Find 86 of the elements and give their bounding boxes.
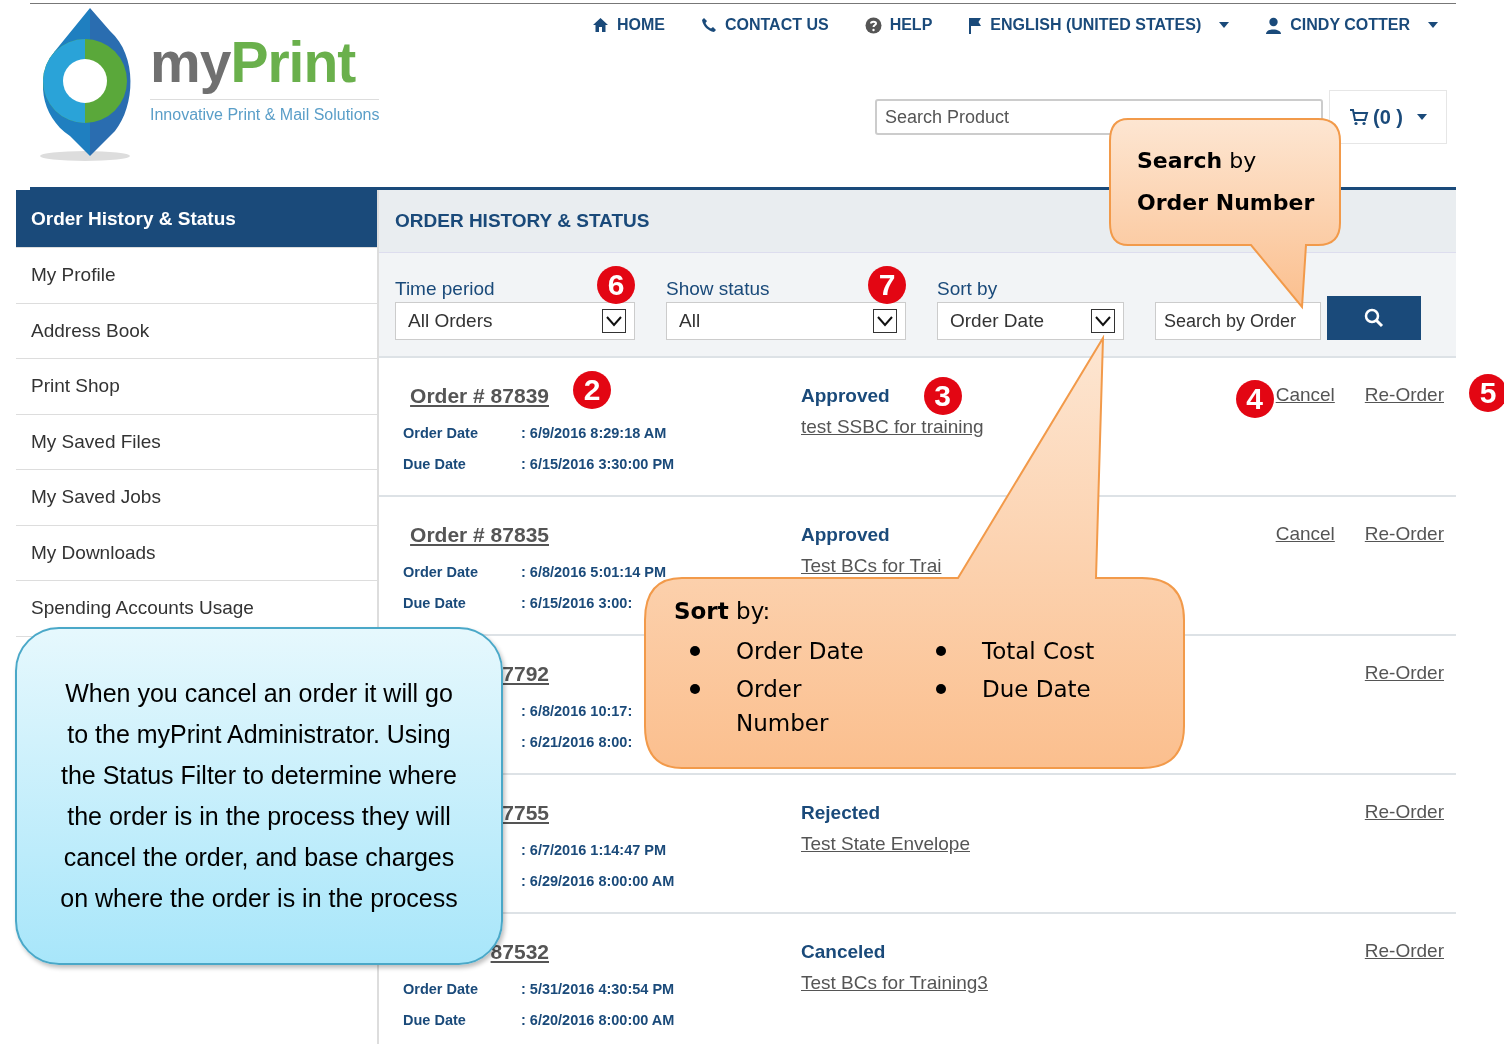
cart-button[interactable]: (0 ) <box>1329 90 1447 144</box>
bullet-icon <box>690 684 700 694</box>
sidebar-item[interactable]: My Downloads <box>16 525 377 581</box>
panel-title: ORDER HISTORY & STATUS <box>395 210 650 232</box>
reorder-link[interactable]: Re-Order <box>1364 936 1444 962</box>
cart-icon <box>1349 108 1369 126</box>
search-icon <box>1364 308 1384 328</box>
chevron-icon <box>1091 309 1115 333</box>
sidebar-item[interactable]: My Profile <box>16 248 377 304</box>
date-label: Order Date <box>403 425 478 441</box>
order-number-link[interactable]: Order # 87839 <box>410 384 549 407</box>
callout-text: Order Date <box>736 637 865 666</box>
order-number-link[interactable]: 7755 <box>502 801 549 824</box>
user-icon <box>1265 16 1283 34</box>
date-value: : 5/31/2016 4:30:54 PM <box>521 980 675 999</box>
date-label: Due Date <box>403 1012 466 1028</box>
date-value: : 6/9/2016 8:29:18 AM <box>521 424 667 443</box>
filter-label: Show status <box>666 277 770 300</box>
nav-link[interactable]: HELP <box>864 16 933 34</box>
dropdown-select[interactable]: Order Date <box>937 302 1124 340</box>
date-label: Due Date <box>403 595 466 611</box>
chevron-icon <box>602 309 626 333</box>
sidebar-item[interactable]: Address Book <box>16 303 377 359</box>
callout-text: Order Number <box>736 675 830 738</box>
nav-link[interactable]: ENGLISH (UNITED STATES) <box>968 16 1230 34</box>
number-badge: 5 <box>1469 374 1504 412</box>
number-badge: 3 <box>923 377 962 415</box>
product-link[interactable]: Test BCs for Trai <box>801 555 1221 577</box>
order-status: Rejected <box>801 802 881 824</box>
date-value: : 6/8/2016 10:17: <box>521 702 633 721</box>
order-search-field[interactable]: Search by Order <box>1155 302 1321 340</box>
order-number-link[interactable]: 7792 <box>502 662 549 685</box>
date-value: : 6/8/2016 5:01:14 PM <box>521 563 667 582</box>
caret-icon <box>1417 114 1427 120</box>
bullet-icon <box>936 646 946 656</box>
date-value: : 6/7/2016 1:14:47 PM <box>521 841 667 860</box>
reorder-link[interactable]: Re-Order <box>1364 797 1444 823</box>
bullet-icon <box>936 684 946 694</box>
product-link[interactable]: Test BCs for Training3 <box>801 972 1221 994</box>
number-badge: 2 <box>573 371 611 409</box>
callout-text: Total Cost <box>982 637 1096 666</box>
date-value: : 6/20/2016 8:00:00 AM <box>521 1011 675 1030</box>
chevron-icon <box>873 309 897 333</box>
filter-label: Sort by <box>937 277 998 300</box>
flag-icon <box>968 16 983 34</box>
sidebar-item[interactable]: Order History & Status <box>16 190 377 248</box>
sidebar-item[interactable]: Print Shop <box>16 359 377 415</box>
cancel-link[interactable]: Cancel <box>1275 380 1335 406</box>
number-badge: 6 <box>597 266 635 304</box>
number-badge: 7 <box>868 266 906 304</box>
reorder-link[interactable]: Re-Order <box>1364 380 1444 406</box>
callout-text: Due Date <box>982 675 1092 704</box>
date-label: Order Date <box>403 564 478 580</box>
reorder-link[interactable]: Re-Order <box>1364 519 1444 545</box>
nav-link[interactable]: CONTACT US <box>700 16 829 34</box>
sidebar-item[interactable]: My Saved Jobs <box>16 470 377 526</box>
number-badge: 4 <box>1235 380 1274 418</box>
callout-text: Sort by: <box>674 598 772 624</box>
date-value: : 6/21/2016 8:00: <box>521 733 633 752</box>
reorder-link[interactable]: Re-Order <box>1364 658 1444 684</box>
date-label: Order Date <box>403 981 478 997</box>
date-label: Due Date <box>403 456 466 472</box>
search-button[interactable] <box>1327 296 1421 340</box>
order-status: Approved <box>801 385 890 407</box>
callout-text: Search by Order Number <box>1137 147 1316 217</box>
home-icon <box>591 17 609 33</box>
order-status: Approved <box>801 524 890 546</box>
bullet-icon <box>690 646 700 656</box>
dropdown-select[interactable]: All Orders <box>395 302 635 340</box>
cancel-link[interactable]: Cancel <box>1275 519 1335 545</box>
order-status: Canceled <box>801 941 886 963</box>
phone-icon <box>700 17 717 33</box>
date-value: : 6/15/2016 3:00: <box>521 594 633 613</box>
nav-link[interactable]: HOME <box>591 16 665 34</box>
filter-label: Time period <box>395 277 495 300</box>
order-number-link[interactable]: Order # 87835 <box>410 523 549 546</box>
logo-tagline: Innovative Print & Mail Solutions <box>150 99 380 124</box>
product-link[interactable]: test SSBC for training <box>801 416 1221 438</box>
help-icon <box>864 16 882 34</box>
callout-text: When you cancel an order it will go to the myPrint Administrator. Using the Status Filter to determine where the order is in the process they will cancel the order, and base charges on where the order is in the process <box>59 678 459 914</box>
nav-link[interactable]: CINDY COTTER <box>1265 16 1438 34</box>
date-value: : 6/15/2016 3:30:00 PM <box>521 455 675 474</box>
date-value: : 6/29/2016 8:00:00 AM <box>521 872 675 891</box>
product-link[interactable]: Test State Envelope <box>801 833 1221 855</box>
dropdown-select[interactable]: All <box>666 302 906 340</box>
sidebar-item[interactable]: My Saved Files <box>16 414 377 470</box>
